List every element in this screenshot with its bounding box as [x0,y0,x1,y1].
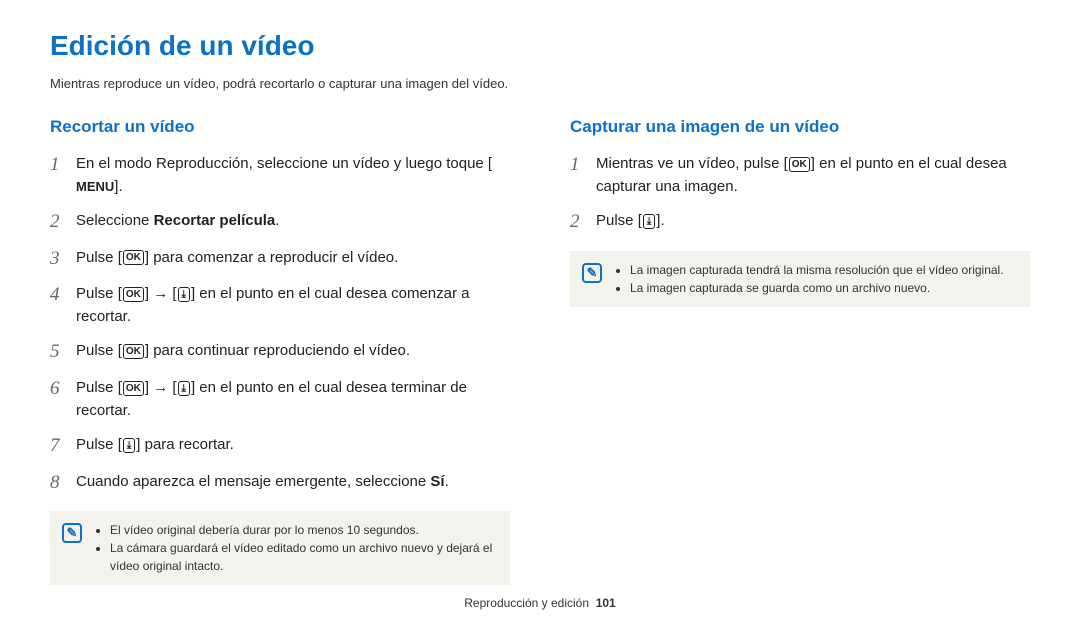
down-icon: ⤓ [178,287,190,302]
right-step-1: 1 Mientras ve un vídeo, pulse [OK] en el… [570,153,1030,198]
right-column: Capturar una imagen de un vídeo 1 Mientr… [570,117,1030,585]
right-note-box: ✎ La imagen capturada tendrá la misma re… [570,251,1030,307]
step-text: Pulse [OK] para continuar reproduciendo … [76,340,410,363]
left-step-1: 1 En el modo Reproducción, seleccione un… [50,153,510,198]
step-number: 1 [570,153,596,178]
note-item: La imagen capturada se guarda como un ar… [630,279,1004,297]
step-number: 5 [50,340,76,365]
note-list: La imagen capturada tendrá la misma reso… [614,261,1004,297]
step-number: 7 [50,434,76,459]
ok-icon: OK [123,287,144,302]
step-number: 8 [50,471,76,496]
left-step-2: 2 Seleccione Recortar película. [50,210,510,235]
right-heading: Capturar una imagen de un vídeo [570,117,1030,137]
step-text: Pulse [OK] para comenzar a reproducir el… [76,247,398,270]
note-icon: ✎ [582,263,602,283]
ok-icon: OK [789,157,810,172]
left-note-box: ✎ El vídeo original debería durar por lo… [50,511,510,585]
step-number: 4 [50,283,76,308]
left-step-4: 4 Pulse [OK] → [⤓] en el punto en el cua… [50,283,510,328]
footer-section: Reproducción y edición [464,596,589,610]
down-icon: ⤓ [178,381,190,396]
step-number: 6 [50,377,76,402]
note-icon: ✎ [62,523,82,543]
step-number: 1 [50,153,76,178]
page-title: Edición de un vídeo [50,30,1030,62]
footer: Reproducción y edición 101 [0,596,1080,610]
left-column: Recortar un vídeo 1 En el modo Reproducc… [50,117,510,585]
ok-icon: OK [123,381,144,396]
left-step-3: 3 Pulse [OK] para comenzar a reproducir … [50,247,510,272]
left-step-6: 6 Pulse [OK] → [⤓] en el punto en el cua… [50,377,510,422]
note-item: El vídeo original debería durar por lo m… [110,521,498,539]
step-number: 2 [50,210,76,235]
step-number: 2 [570,210,596,235]
right-step-2: 2 Pulse [⤓]. [570,210,1030,235]
note-item: La cámara guardará el vídeo editado como… [110,539,498,575]
left-step-7: 7 Pulse [⤓] para recortar. [50,434,510,459]
step-text: Pulse [⤓] para recortar. [76,434,234,457]
ok-icon: OK [123,250,144,265]
page-number: 101 [596,596,616,610]
left-heading: Recortar un vídeo [50,117,510,137]
step-text: Pulse [⤓]. [596,210,665,233]
content-columns: Recortar un vídeo 1 En el modo Reproducc… [50,117,1030,585]
step-text: Pulse [OK] → [⤓] en el punto en el cual … [76,283,510,328]
step-text: Pulse [OK] → [⤓] en el punto en el cual … [76,377,510,422]
step-number: 3 [50,247,76,272]
note-item: La imagen capturada tendrá la misma reso… [630,261,1004,279]
menu-icon: MENU [76,177,114,197]
left-step-5: 5 Pulse [OK] para continuar reproduciend… [50,340,510,365]
step-text: En el modo Reproducción, seleccione un v… [76,153,510,198]
step-text: Seleccione Recortar película. [76,210,279,233]
intro-text: Mientras reproduce un vídeo, podrá recor… [50,76,1030,91]
down-icon: ⤓ [643,214,655,229]
note-list: El vídeo original debería durar por lo m… [94,521,498,575]
step-text: Cuando aparezca el mensaje emergente, se… [76,471,449,494]
down-icon: ⤓ [123,438,135,453]
ok-icon: OK [123,344,144,359]
step-text: Mientras ve un vídeo, pulse [OK] en el p… [596,153,1030,198]
left-step-8: 8 Cuando aparezca el mensaje emergente, … [50,471,510,496]
